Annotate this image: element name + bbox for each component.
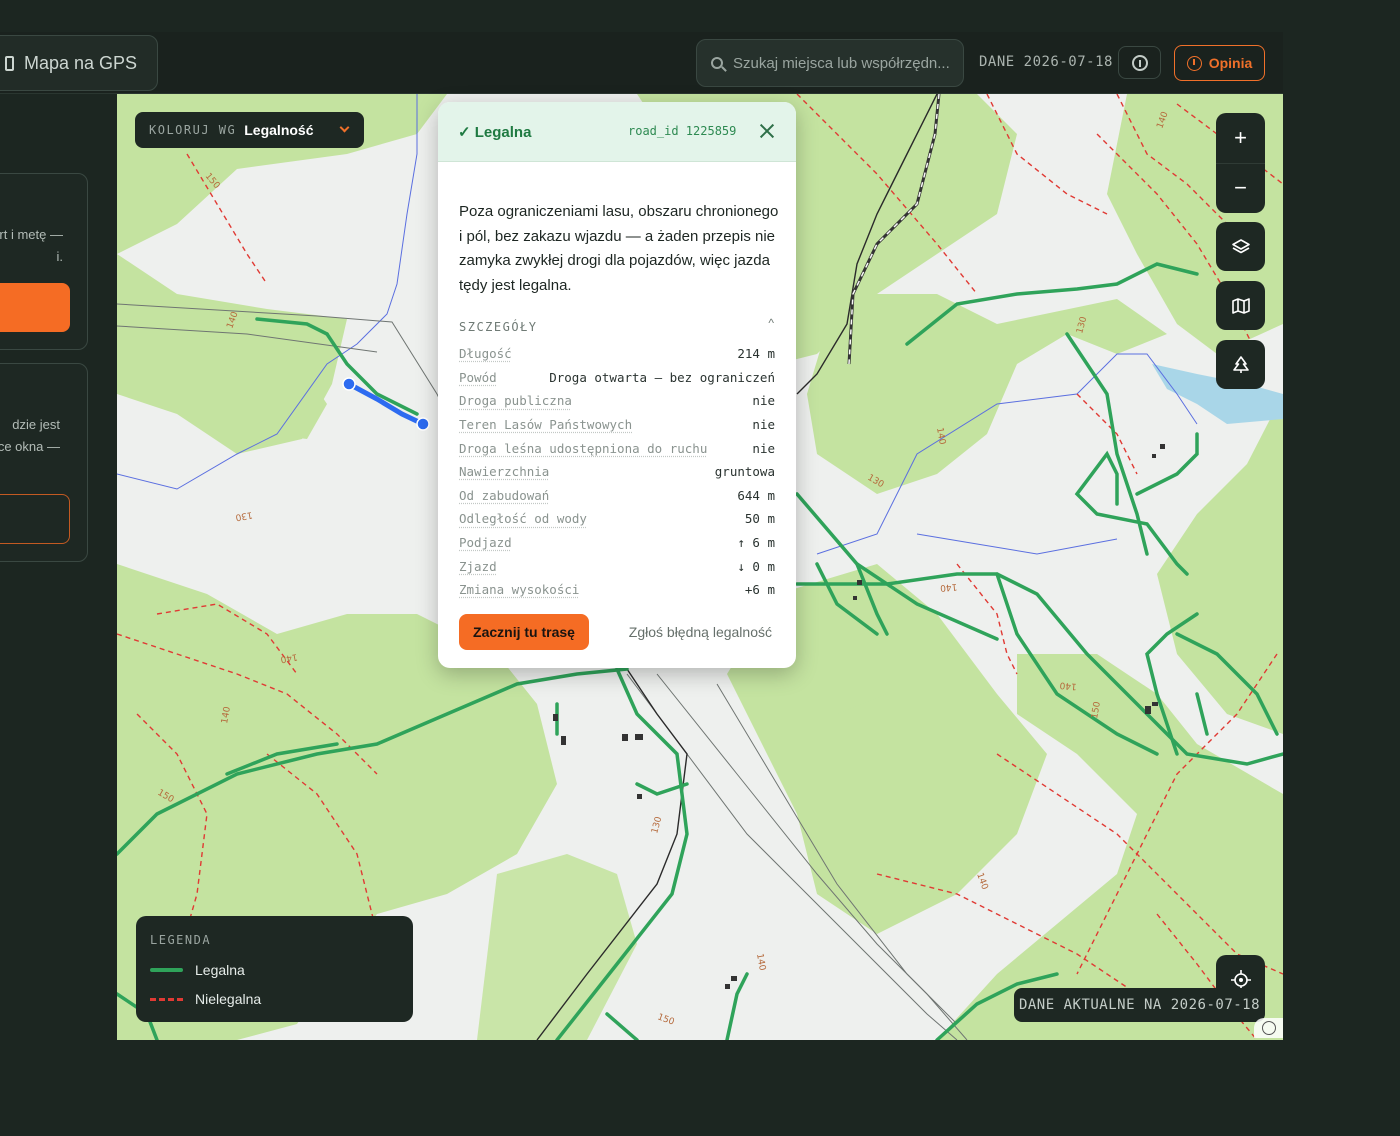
info-icon [1131, 54, 1148, 71]
layers-icon [1231, 238, 1250, 253]
feedback-button-label: Opinia [1208, 55, 1253, 71]
legend-item-legal: Legalna [150, 962, 245, 978]
legality-status: ✓ Legalna [458, 124, 532, 141]
sidebar-card-route-text: rt i metę — i. [0, 224, 63, 268]
details-title[interactable]: SZCZEGÓŁY [459, 320, 538, 334]
gps-map-button-label: Mapa na GPS [24, 52, 138, 73]
illegal-swatch [150, 997, 183, 1001]
legend-label-legal: Legalna [195, 962, 245, 978]
info-button[interactable] [1118, 46, 1161, 79]
map-icon [1231, 297, 1250, 314]
detail-value: gruntowa [714, 464, 775, 480]
detail-key: Droga leśna udostępniona do ruchu [459, 440, 708, 456]
svg-text:140: 140 [1059, 679, 1077, 690]
detail-row: Zmiana wysokości +6 m [459, 578, 775, 602]
sidebar-primary-button[interactable] [0, 283, 70, 332]
detail-row: Droga publiczna nie [459, 389, 775, 413]
detail-row: Teren Lasów Państwowych nie [459, 413, 775, 437]
gps-map-button[interactable]: Mapa na GPS [0, 35, 158, 91]
sidebar-text-line: rt i metę — [0, 227, 63, 242]
detail-key: Droga publiczna [459, 393, 572, 409]
detail-key: Zjazd [459, 558, 497, 574]
attribution-button[interactable] [1254, 1018, 1283, 1038]
detail-key: Nawierzchnia [459, 464, 550, 480]
zoom-controls: + − [1216, 113, 1265, 213]
svg-text:140: 140 [939, 581, 957, 592]
data-current-badge: DANE AKTUALNE NA 2026-07-18 [1014, 988, 1265, 1022]
search-input[interactable]: Szukaj miejsca lub współrzędn... [696, 39, 964, 87]
detail-row: Od zabudowań 644 m [459, 484, 775, 508]
selected-road-start [342, 377, 356, 391]
start-route-button[interactable]: Zacznij tu trasę [459, 614, 589, 650]
color-by-label: KOLORUJ WG [149, 123, 237, 137]
detail-key: Odległość od wody [459, 511, 587, 527]
search-icon [711, 57, 723, 69]
zoom-out-button[interactable]: − [1216, 163, 1265, 213]
sidebar-text-line: i. [56, 249, 64, 264]
detail-key: Długość [459, 346, 512, 362]
detail-value: 214 m [737, 346, 775, 362]
popup-header: ✓ Legalna road_id 1225859 [438, 102, 796, 162]
report-legality-link[interactable]: Zgłoś błędną legalność [629, 624, 772, 640]
detail-value: Droga otwarta – bez ograniczeń [549, 369, 775, 385]
alert-icon [1186, 55, 1202, 71]
detail-value: nie [752, 417, 775, 433]
legality-explanation: Poza ograniczeniami lasu, obszaru chroni… [459, 203, 779, 294]
detail-value: +6 m [744, 582, 775, 598]
detail-key: Teren Lasów Państwowych [459, 417, 633, 433]
color-by-select[interactable]: KOLORUJ WG Legalność [135, 112, 364, 148]
detail-key: Podjazd [459, 535, 512, 551]
selected-road-end [416, 417, 430, 431]
sidebar-text-line: ce okna — [0, 439, 60, 454]
feedback-button[interactable]: Opinia [1174, 45, 1265, 81]
details-list: Długość 214 m Powód Droga otwarta – bez og… [459, 342, 775, 602]
layers-button[interactable] [1216, 222, 1265, 271]
chevron-down-icon [339, 122, 350, 133]
sidebar-secondary-button[interactable] [0, 494, 70, 544]
road-details-popup: ✓ Legalna road_id 1225859 Poza ogranicze… [438, 102, 796, 668]
search-placeholder: Szukaj miejsca lub współrzędn... [733, 54, 950, 72]
detail-value: 50 m [744, 511, 775, 527]
tree-icon [1232, 355, 1249, 373]
detail-key: Powód [459, 369, 497, 385]
detail-row: Podjazd ↑ 6 m [459, 531, 775, 555]
legend-label-illegal: Nielegalna [195, 991, 262, 1007]
detail-row: Nawierzchnia gruntowa [459, 460, 775, 484]
detail-value: nie [752, 393, 775, 409]
legend-title: LEGENDA [150, 933, 212, 947]
road-id: road_id 1225859 [628, 124, 737, 138]
sidebar-text-line: dzie jest [12, 417, 60, 432]
detail-row: Odległość od wody 50 m [459, 507, 775, 531]
detail-value: nie [752, 440, 775, 456]
detail-value: ↓ 0 m [737, 558, 775, 574]
sidebar-card-info-text: dzie jest ce okna — [0, 414, 60, 458]
forest-layer-button[interactable] [1216, 340, 1265, 389]
detail-key: Zmiana wysokości [459, 582, 580, 598]
detail-row: Powód Droga otwarta – bez ograniczeń [459, 366, 775, 390]
zoom-in-button[interactable]: + [1216, 113, 1265, 163]
legend-item-illegal: Nielegalna [150, 991, 261, 1007]
phone-icon [5, 55, 14, 71]
detail-row: Długość 214 m [459, 342, 775, 366]
basemap-button[interactable] [1216, 281, 1265, 330]
detail-row: Droga leśna udostępniona do ruchu nie [459, 436, 775, 460]
map-legend: LEGENDA Legalna Nielegalna [136, 916, 413, 1022]
color-by-value: Legalność [244, 122, 314, 138]
chevron-up-icon[interactable]: ^ [768, 316, 774, 330]
data-date: DANE 2026-07-18 [979, 54, 1113, 70]
close-icon[interactable] [758, 122, 776, 140]
info-icon [1261, 1021, 1276, 1035]
detail-row: Zjazd ↓ 0 m [459, 554, 775, 578]
legal-swatch [150, 968, 183, 972]
detail-value: 644 m [737, 487, 775, 503]
detail-value: ↑ 6 m [737, 535, 775, 551]
detail-key: Od zabudowań [459, 487, 550, 503]
